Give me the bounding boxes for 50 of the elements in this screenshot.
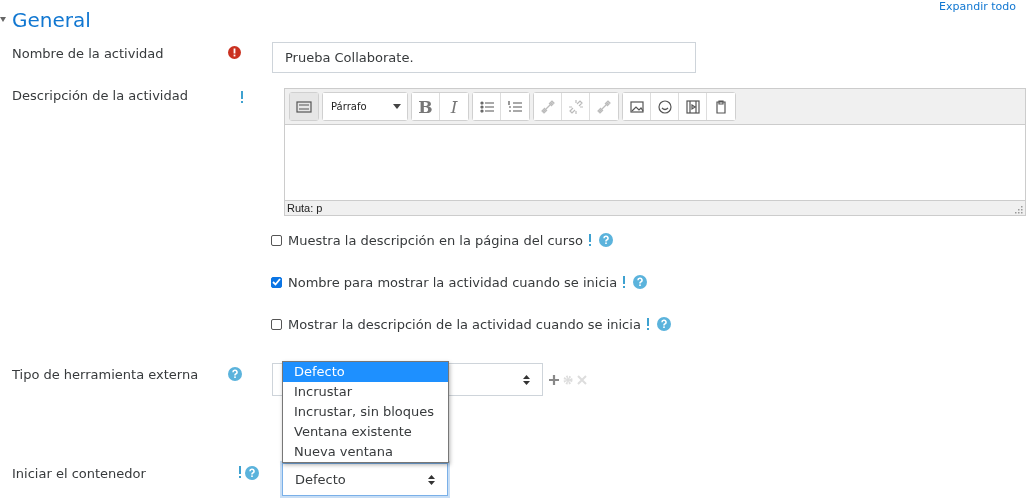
smiley-icon bbox=[656, 98, 673, 115]
numbered-list-icon bbox=[507, 98, 523, 115]
image-button[interactable] bbox=[623, 93, 651, 120]
plus-icon[interactable] bbox=[549, 375, 559, 385]
bullet-list-button[interactable] bbox=[473, 93, 501, 120]
up-down-arrows-icon bbox=[428, 474, 435, 485]
unlink-icon bbox=[567, 98, 584, 115]
help-icon[interactable] bbox=[245, 466, 259, 480]
clipboard-icon bbox=[713, 98, 729, 115]
field-label: Iniciar el contenedor bbox=[11, 466, 147, 481]
toolbar-toggle-button[interactable] bbox=[290, 93, 318, 120]
help-icon[interactable] bbox=[633, 275, 648, 289]
field-label: Descripción de la actividad bbox=[11, 88, 189, 103]
exclamation-icon bbox=[587, 234, 592, 246]
checkbox-label[interactable]: Nombre para mostrar la actividad cuando se inicia bbox=[288, 274, 618, 290]
help-icon[interactable] bbox=[656, 317, 671, 331]
image-icon bbox=[628, 98, 645, 115]
section-title[interactable]: General bbox=[12, 8, 91, 32]
format-select[interactable]: Párrafo bbox=[323, 93, 407, 120]
up-down-arrows-icon bbox=[523, 374, 530, 385]
input-field[interactable]: Prueba Collaborate. bbox=[272, 42, 696, 73]
help-icon[interactable] bbox=[598, 233, 613, 247]
exclamation-icon bbox=[240, 91, 244, 103]
checkbox-label[interactable]: Mostrar la descripción de la actividad cuando se inicia bbox=[288, 316, 641, 332]
caret-icon bbox=[393, 104, 401, 109]
field-label: Tipo de herramienta externa bbox=[11, 367, 200, 382]
exclamation-icon bbox=[622, 276, 627, 288]
dropdown-option[interactable]: Nueva ventana bbox=[283, 442, 448, 462]
link-icon bbox=[539, 98, 556, 115]
film-icon bbox=[684, 98, 701, 115]
path-label: Ruta: p bbox=[287, 202, 323, 214]
dropdown-option[interactable]: Ventana existente bbox=[283, 422, 448, 442]
checkbox[interactable] bbox=[271, 318, 282, 330]
field-label: Nombre de la actividad bbox=[11, 46, 165, 61]
resize-grip-icon[interactable] bbox=[1013, 204, 1023, 214]
expand-all-link[interactable]: Expandir todo bbox=[939, 0, 1016, 13]
checkbox-label[interactable]: Muestra la descripción en la página del curso bbox=[288, 232, 583, 248]
required-icon bbox=[228, 46, 241, 59]
collapse-caret-icon[interactable] bbox=[0, 17, 6, 23]
dropdown-option[interactable]: Incrustar, sin bloques bbox=[283, 402, 448, 422]
select-field[interactable]: Defecto bbox=[282, 463, 448, 496]
checkbox[interactable] bbox=[271, 276, 282, 288]
exclamation-icon bbox=[645, 318, 650, 330]
close-icon[interactable] bbox=[577, 375, 587, 385]
exclamation-icon bbox=[238, 466, 242, 478]
gear-icon[interactable] bbox=[563, 375, 573, 385]
checkbox[interactable] bbox=[271, 234, 282, 246]
help-icon[interactable] bbox=[228, 367, 242, 381]
dropdown-option[interactable]: Incrustar bbox=[283, 382, 448, 402]
bold-button[interactable]: B bbox=[412, 93, 440, 120]
